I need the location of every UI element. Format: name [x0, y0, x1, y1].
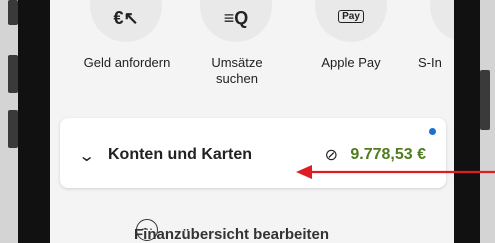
action-label: Umsätze suchen: [211, 55, 263, 86]
notification-dot: [429, 128, 436, 135]
action-label: S-In: [418, 55, 442, 70]
balance-amount: 9.778,53 €: [350, 146, 426, 163]
chevron-down-icon: ⌄: [77, 148, 96, 165]
volume-button: [8, 110, 18, 148]
edit-overview-link[interactable]: Finanzübersicht bearbeiten: [134, 226, 329, 243]
device-frame: €↖ ≡Q Pay Geld anfordern Umsätze suchen …: [0, 0, 495, 243]
more-action-button[interactable]: [430, 0, 454, 42]
card-title: Konten und Karten: [108, 146, 252, 163]
volume-button: [8, 55, 18, 93]
volume-button: [8, 0, 18, 25]
search-transactions-button[interactable]: ≡Q: [200, 0, 272, 42]
search-transactions-icon: ≡Q: [223, 8, 249, 28]
action-label: Geld anfordern: [83, 55, 171, 70]
eye-slash-icon[interactable]: ⊘: [325, 145, 338, 165]
power-button: [480, 70, 490, 130]
accounts-cards-card[interactable]: ⌄ Konten und Karten ⊘ 9.778,53 €: [60, 118, 446, 188]
apple-pay-button[interactable]: Pay: [315, 0, 387, 42]
request-money-button[interactable]: €↖: [90, 0, 162, 42]
device-bezel-right: [452, 0, 480, 243]
phone-screen: €↖ ≡Q Pay Geld anfordern Umsätze suchen …: [50, 0, 454, 243]
request-money-icon: €↖: [113, 8, 139, 28]
apple-pay-icon: Pay: [315, 10, 387, 23]
action-label: Apple Pay: [321, 55, 381, 70]
